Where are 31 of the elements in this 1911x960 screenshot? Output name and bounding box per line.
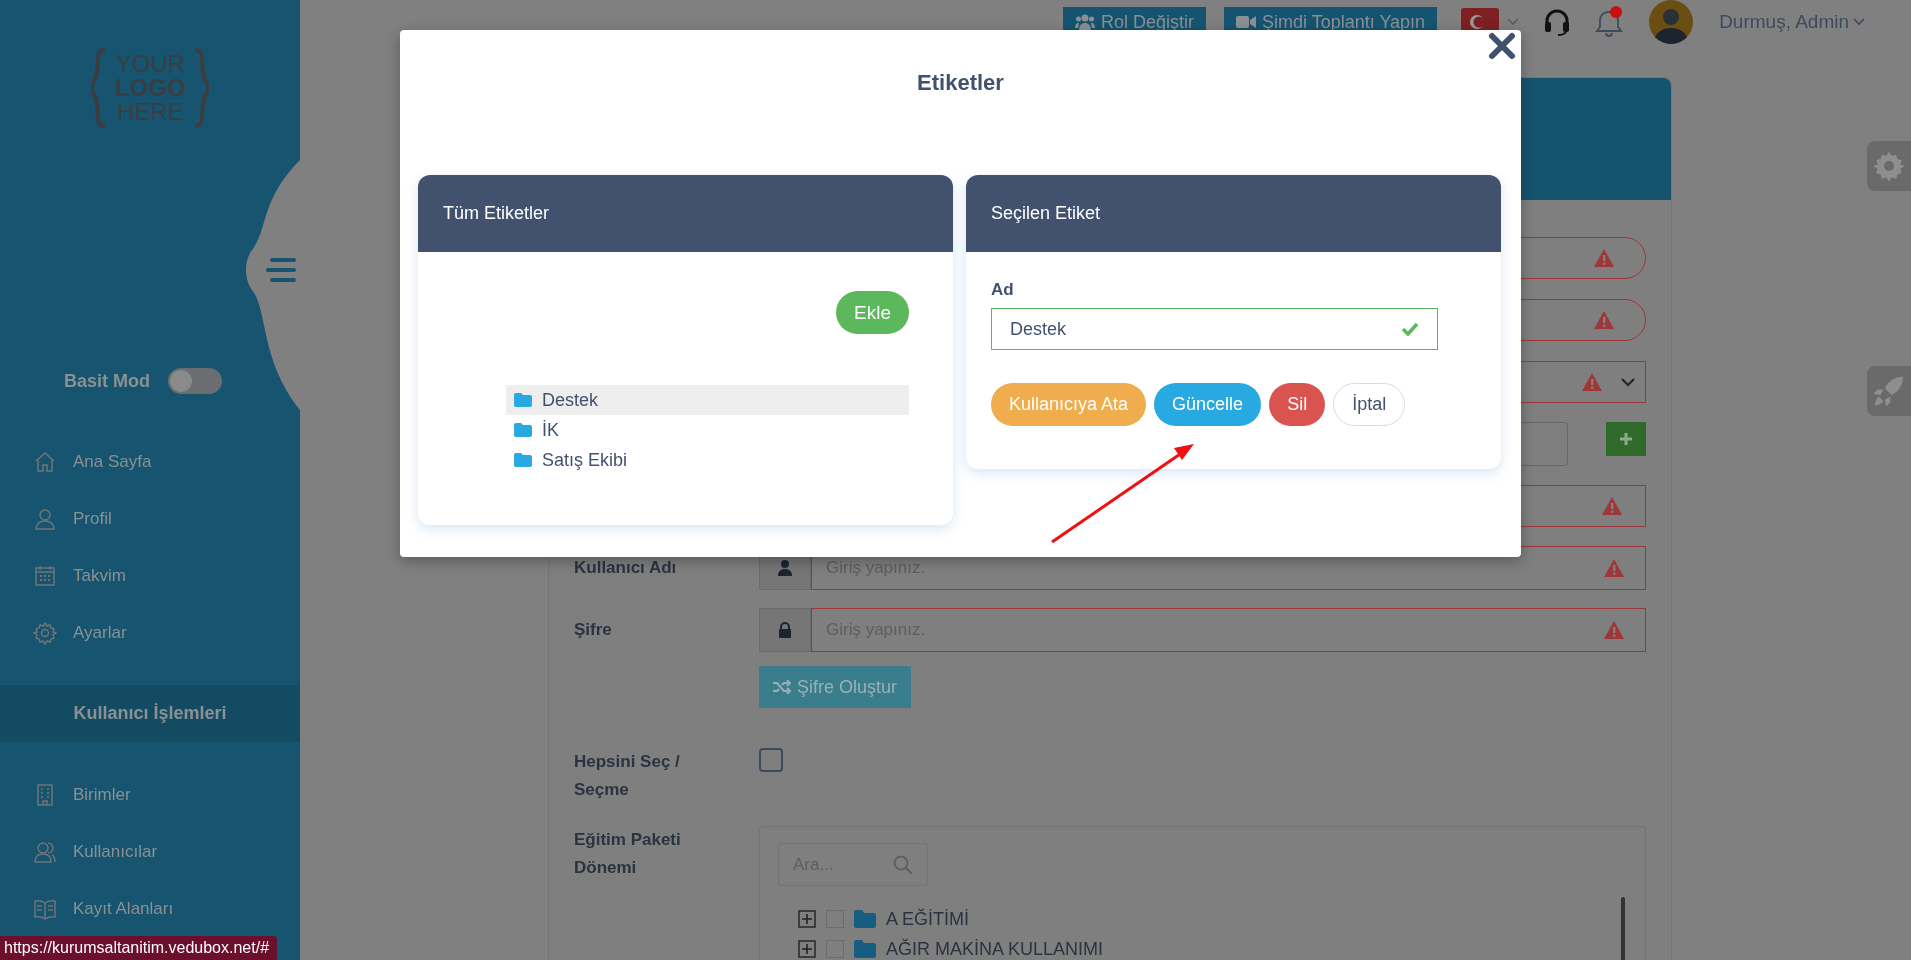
card-title: Seçilen Etiket xyxy=(966,175,1501,252)
generate-password-button[interactable]: Şifre Oluştur xyxy=(759,666,912,708)
action-button[interactable]: Sil xyxy=(1269,383,1326,426)
tag-item[interactable]: Destek xyxy=(506,385,909,415)
action-button[interactable]: Kullanıcıya Ata xyxy=(991,383,1147,426)
modal-title: Etiketler xyxy=(917,70,1004,97)
sidebar-item[interactable]: Kullanıcılar xyxy=(73,841,158,862)
status-url: https://kurumsaltanitim.vedubox.net/# xyxy=(4,939,270,956)
sidebar-item[interactable]: Birimler xyxy=(73,784,131,805)
user-menu[interactable]: Durmuş, Admin xyxy=(1719,11,1865,33)
field-label: Şifre xyxy=(574,619,613,641)
sidebar-item[interactable]: Ana Sayfa xyxy=(73,451,152,472)
sidebar-item[interactable]: Takvim xyxy=(73,565,126,586)
field-label: Kullanıcı Adı xyxy=(574,557,678,579)
tag-item[interactable]: İK xyxy=(506,415,909,445)
sidebar-item[interactable]: Ayarlar xyxy=(73,622,127,643)
tree-item[interactable]: AĞIR MAKİNA KULLANIMI xyxy=(886,938,1104,960)
input-field[interactable]: Destek xyxy=(991,308,1438,350)
toggle-label: Basit Mod xyxy=(64,370,150,392)
field-label: Eğitim Paketi Dönemi xyxy=(574,830,681,877)
tag-item[interactable]: Satış Ekibi xyxy=(506,445,909,475)
add-button[interactable]: Ekle xyxy=(836,291,909,334)
action-button[interactable]: Güncelle xyxy=(1154,383,1262,426)
action-button[interactable]: İptal xyxy=(1333,383,1406,426)
sidebar-item[interactable]: Kayıt Alanları xyxy=(73,898,174,919)
sidebar-item[interactable]: Profil xyxy=(73,508,112,529)
field-label: Hepsini Seç / Seçme xyxy=(574,752,680,799)
field-label: Ad xyxy=(991,280,1015,300)
card-title: Tüm Etiketler xyxy=(418,175,953,252)
tree-item[interactable]: A EĞİTİMİ xyxy=(886,908,969,930)
section-heading: Kullanıcı İşlemleri xyxy=(0,685,300,742)
